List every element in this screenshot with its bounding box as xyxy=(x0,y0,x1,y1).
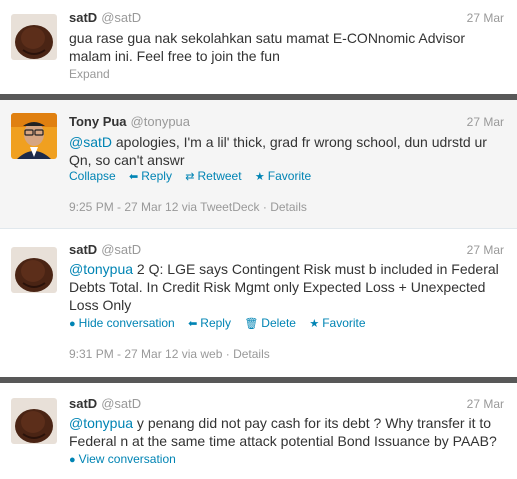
tweet-actions: Collapse ⬅ Reply ⇄ Retweet ★ Favorite xyxy=(69,168,321,185)
tweet-1[interactable]: satD @satD 27 Mar gua rase gua nak sekola… xyxy=(0,0,517,88)
author-handle[interactable]: @satD xyxy=(101,396,141,411)
timestamp[interactable]: 27 Mar xyxy=(467,10,504,26)
tweet-text: @tonypua 2 Q: LGE says Contingent Risk m… xyxy=(69,260,505,314)
tweet-text-line: 2 Q: LGE says Contingent Risk must b inc… xyxy=(133,261,499,277)
collapse-button[interactable]: Collapse xyxy=(69,169,116,183)
trash-icon: 🗑 xyxy=(244,318,259,330)
star-icon: ★ xyxy=(254,171,265,183)
reply-icon: ⬅ xyxy=(129,171,139,183)
reply-button[interactable]: ⬅ Reply xyxy=(129,169,172,183)
mention-link[interactable]: @tonypua xyxy=(69,261,133,277)
tweet-2[interactable]: Tony Pua @tonypua 27 Mar @satD apologies,… xyxy=(0,100,517,228)
tweet-text-line: malam ini. Feel free to join the fun xyxy=(69,48,280,64)
tweet-text-line: y penang did not pay cash for its debt ?… xyxy=(133,415,492,431)
timestamp[interactable]: 27 Mar xyxy=(467,396,504,412)
tweet-actions: ● Hide conversation ⬅ Reply 🗑 Delete ★ Favor… xyxy=(69,315,376,332)
tweet-text-line: Qn, so can't answr xyxy=(69,152,185,168)
reply-icon: ⬅ xyxy=(188,318,198,330)
tweet-4[interactable]: satD @satD 27 Mar @tonypua y penang did n… xyxy=(0,383,517,479)
conversation-icon: ● xyxy=(69,454,76,466)
tweet-text: gua rase gua nak sekolahkan satu mamat E… xyxy=(69,29,505,65)
author-handle[interactable]: @tonypua xyxy=(131,114,190,129)
delete-button[interactable]: 🗑 Delete xyxy=(244,316,296,330)
tweet-text: @satD apologies, I'm a lil' thick, grad … xyxy=(69,133,505,169)
tweet-actions: ● View conversation xyxy=(69,451,186,468)
tweet-3[interactable]: satD @satD 27 Mar @tonypua 2 Q: LGE says … xyxy=(0,229,517,371)
tweet-text-line: apologies, I'm a lil' thick, grad fr wro… xyxy=(112,134,487,150)
favorite-button[interactable]: ★ Favorite xyxy=(255,169,311,183)
tweet-meta: 9:31 PM - 27 Mar 12 via web · Details xyxy=(69,347,270,361)
tweet-text-line: Federal n at the same time attack potent… xyxy=(69,433,497,449)
reply-button[interactable]: ⬅ Reply xyxy=(188,316,231,330)
author-handle[interactable]: @satD xyxy=(101,242,141,257)
tweet-text-line: gua rase gua nak sekolahkan satu mamat E… xyxy=(69,30,466,46)
author-name[interactable]: Tony Pua xyxy=(69,114,127,129)
avatar[interactable] xyxy=(11,398,57,444)
avatar[interactable] xyxy=(11,247,57,293)
conversation-icon: ● xyxy=(69,318,76,330)
timestamp[interactable]: 27 Mar xyxy=(467,114,504,130)
avatar[interactable] xyxy=(11,14,57,60)
author-name[interactable]: satD xyxy=(69,396,97,411)
tweet-meta: 9:25 PM - 27 Mar 12 via TweetDeck · Deta… xyxy=(69,200,307,214)
star-icon: ★ xyxy=(309,318,320,330)
timestamp[interactable]: 27 Mar xyxy=(467,242,504,258)
tweet-text-line: Loss Only xyxy=(69,297,132,313)
mention-link[interactable]: @tonypua xyxy=(69,415,133,431)
tweet-text: @tonypua y penang did not pay cash for i… xyxy=(69,414,505,450)
author-name[interactable]: satD xyxy=(69,242,97,257)
tweet-text-line: Debts Total. In Credit Risk Mgmt only Ex… xyxy=(69,279,486,295)
author-handle[interactable]: @satD xyxy=(101,10,141,25)
expand-link[interactable]: Expand xyxy=(69,66,110,82)
author-name[interactable]: satD xyxy=(69,10,97,25)
view-conversation-button[interactable]: ● View conversation xyxy=(69,452,176,466)
retweet-icon: ⇄ xyxy=(185,171,195,183)
avatar[interactable] xyxy=(11,113,57,159)
hide-conversation-button[interactable]: ● Hide conversation xyxy=(69,316,175,330)
retweet-button[interactable]: ⇄ Retweet xyxy=(185,169,241,183)
mention-link[interactable]: @satD xyxy=(69,134,112,150)
favorite-button[interactable]: ★ Favorite xyxy=(309,316,365,330)
